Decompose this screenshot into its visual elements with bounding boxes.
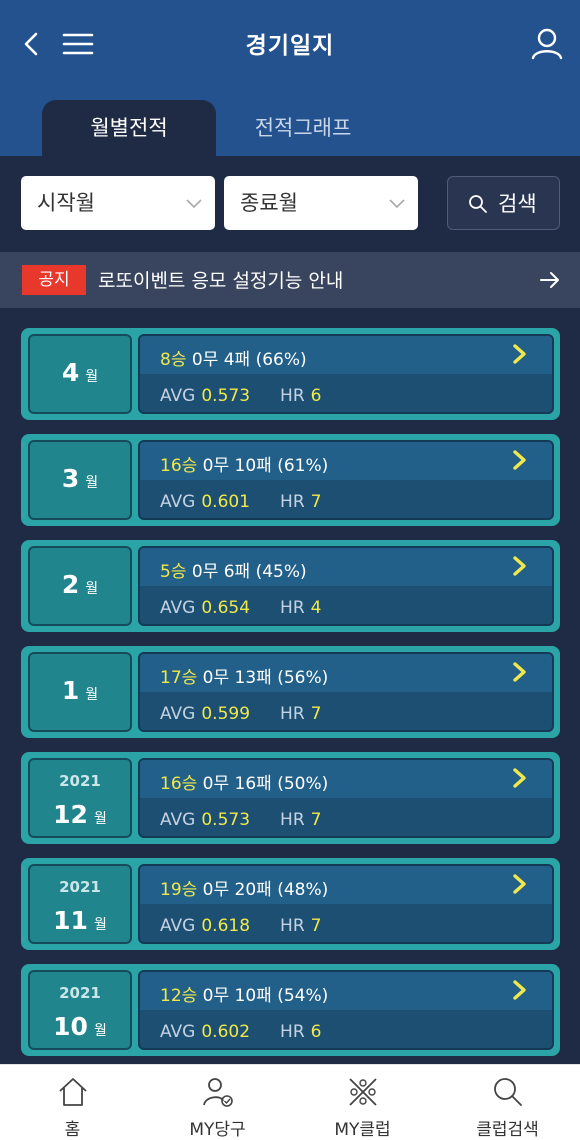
- nav-club-search-label: 클럽검색: [476, 1120, 539, 1140]
- notice-banner[interactable]: 공지 로또이벤트 응모 설정기능 안내: [0, 252, 580, 308]
- month-record-card[interactable]: 1월 17승 0무 13패 (56%) AVG 0.599 HR 7: [21, 646, 560, 738]
- my-billiards-icon: [203, 1078, 233, 1107]
- arrow-right-icon: [540, 272, 559, 288]
- record-stats: AVG 0.654 HR 4: [160, 598, 322, 618]
- record-summary: 5승 0무 6패 (45%) AVG 0.654 HR 4: [138, 546, 554, 626]
- year-label: 2021: [59, 984, 101, 1002]
- month-record-card[interactable]: 2021 11 월 19승 0무 20패 (48%) AVG 0.618 HR 7: [21, 858, 560, 950]
- search-icon: [469, 195, 487, 213]
- my-club-icon: [349, 1078, 377, 1106]
- chevron-right-icon[interactable]: [510, 978, 530, 1002]
- tab-bar: 월별전적 전적그래프: [0, 86, 580, 156]
- record-stats: AVG 0.573 HR 7: [160, 810, 322, 830]
- record-stats: AVG 0.599 HR 7: [160, 704, 322, 724]
- year-label: 2021: [59, 878, 101, 896]
- chevron-right-icon[interactable]: [510, 448, 530, 472]
- month-unit: 월: [85, 369, 99, 385]
- record-summary: 19승 0무 20패 (48%) AVG 0.618 HR 7: [138, 864, 554, 944]
- chevron-right-icon[interactable]: [510, 342, 530, 366]
- record-stats: AVG 0.601 HR 7: [160, 492, 322, 512]
- win-loss-record: 19승 0무 20패 (48%): [160, 880, 329, 900]
- chevron-right-icon[interactable]: [510, 554, 530, 578]
- month-record-card[interactable]: 3월 16승 0무 10패 (61%) AVG 0.601 HR 7: [21, 434, 560, 526]
- month-label: 2021 11 월: [28, 864, 132, 944]
- win-loss-record: 16승 0무 10패 (61%): [160, 456, 329, 476]
- record-summary: 12승 0무 10패 (54%) AVG 0.602 HR 6: [138, 970, 554, 1050]
- notice-text: 로또이벤트 응모 설정기능 안내: [98, 270, 344, 292]
- month-record-card[interactable]: 2021 10 월 12승 0무 10패 (54%) AVG 0.602 HR 6: [21, 964, 560, 1056]
- user-icon[interactable]: [527, 24, 567, 64]
- win-loss-record: 5승 0무 6패 (45%): [160, 562, 307, 582]
- month-number: 3: [61, 464, 80, 493]
- record-stats: AVG 0.573 HR 6: [160, 386, 322, 406]
- page-title: 경기일지: [245, 33, 335, 59]
- nav-my-club[interactable]: MY클럽: [290, 1065, 435, 1140]
- month-label: 4월: [28, 334, 132, 414]
- notice-tag: 공지: [22, 265, 86, 295]
- start-month-select[interactable]: 시작월: [21, 176, 215, 230]
- bottom-navigation: 홈 MY당구 MY클럽 클럽검색: [0, 1064, 580, 1140]
- nav-club-search[interactable]: 클럽검색: [435, 1065, 580, 1140]
- month-unit: 월: [85, 687, 99, 703]
- nav-my-billiards[interactable]: MY당구: [145, 1065, 290, 1140]
- year-label: 2021: [59, 772, 101, 790]
- month-record-card[interactable]: 4월 8승 0무 4패 (66%) AVG 0.573 HR 6: [21, 328, 560, 420]
- month-label: 2월: [28, 546, 132, 626]
- record-summary: 17승 0무 13패 (56%) AVG 0.599 HR 7: [138, 652, 554, 732]
- chevron-right-icon[interactable]: [510, 660, 530, 684]
- tab-record-graph[interactable]: 전적그래프: [216, 100, 390, 156]
- record-stats: AVG 0.602 HR 6: [160, 1022, 322, 1042]
- chevron-right-icon[interactable]: [510, 766, 530, 790]
- record-summary: 16승 0무 10패 (61%) AVG 0.601 HR 7: [138, 440, 554, 520]
- month-label: 2021 10 월: [28, 970, 132, 1050]
- nav-my-club-label: MY클럽: [334, 1120, 391, 1140]
- chevron-down-icon: [186, 199, 202, 209]
- app-header: 경기일지: [0, 0, 580, 86]
- chevron-down-icon: [389, 199, 405, 209]
- end-month-placeholder: 종료월: [240, 191, 298, 215]
- win-loss-record: 17승 0무 13패 (56%): [160, 668, 329, 688]
- filter-bar: 시작월 종료월 검색: [0, 156, 580, 252]
- search-button-label: 검색: [498, 192, 537, 216]
- nav-home[interactable]: 홈: [0, 1065, 145, 1140]
- month-label: 1월: [28, 652, 132, 732]
- win-loss-record: 8승 0무 4패 (66%): [160, 350, 307, 370]
- nav-home-label: 홈: [64, 1120, 81, 1140]
- record-stats: AVG 0.618 HR 7: [160, 916, 322, 936]
- month-number: 2: [61, 570, 80, 599]
- month-number: 4: [61, 358, 80, 387]
- month-number: 10: [53, 1012, 88, 1041]
- month-number: 1: [61, 676, 80, 705]
- home-icon: [59, 1078, 87, 1106]
- search-icon: [494, 1078, 522, 1106]
- month-record-card[interactable]: 2월 5승 0무 6패 (45%) AVG 0.654 HR 4: [21, 540, 560, 632]
- month-unit: 월: [93, 811, 107, 827]
- record-summary: 16승 0무 16패 (50%) AVG 0.573 HR 7: [138, 758, 554, 838]
- end-month-select[interactable]: 종료월: [224, 176, 418, 230]
- month-unit: 월: [85, 475, 99, 491]
- nav-my-billiards-label: MY당구: [189, 1120, 246, 1140]
- tab-monthly-record[interactable]: 월별전적: [42, 100, 216, 156]
- search-button[interactable]: 검색: [447, 176, 560, 230]
- month-number: 12: [53, 800, 88, 829]
- month-number: 11: [53, 906, 88, 935]
- record-summary: 8승 0무 4패 (66%) AVG 0.573 HR 6: [138, 334, 554, 414]
- start-month-placeholder: 시작월: [37, 191, 95, 215]
- month-record-card[interactable]: 2021 12 월 16승 0무 16패 (50%) AVG 0.573 HR 7: [21, 752, 560, 844]
- month-unit: 월: [93, 1023, 107, 1039]
- month-unit: 월: [85, 581, 99, 597]
- month-label: 2021 12 월: [28, 758, 132, 838]
- month-unit: 월: [93, 917, 107, 933]
- win-loss-record: 16승 0무 16패 (50%): [160, 774, 329, 794]
- chevron-right-icon[interactable]: [510, 872, 530, 896]
- month-label: 3월: [28, 440, 132, 520]
- win-loss-record: 12승 0무 10패 (54%): [160, 986, 329, 1006]
